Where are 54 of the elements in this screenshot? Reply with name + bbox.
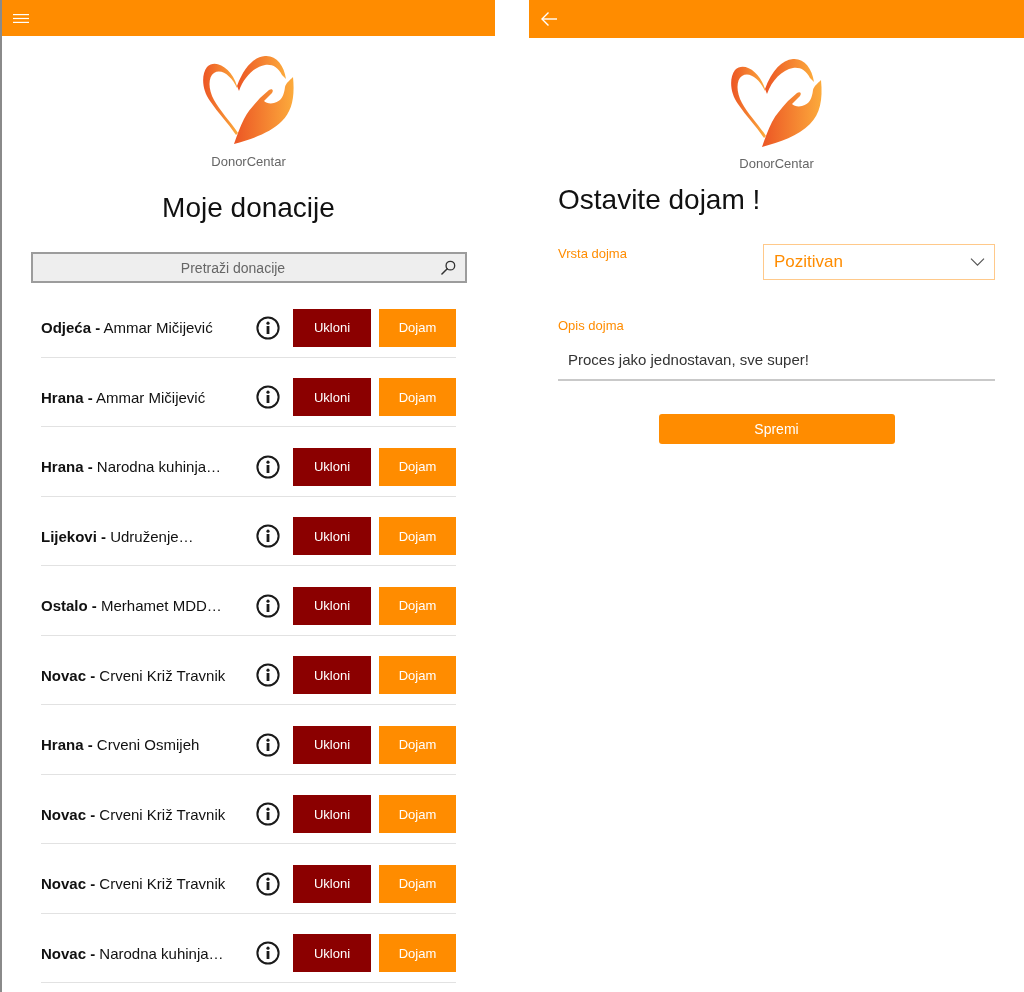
info-icon[interactable] xyxy=(256,593,280,618)
donation-label: Novac - Crveni Križ Travnik xyxy=(41,875,226,893)
info-icon[interactable] xyxy=(256,663,280,688)
donation-label: Hrana - Ammar Mičijević xyxy=(41,388,206,406)
info-icon[interactable] xyxy=(256,524,280,549)
info-icon[interactable] xyxy=(256,454,280,479)
feedback-button[interactable]: Dojam xyxy=(379,308,456,347)
remove-button[interactable]: Ukloni xyxy=(293,308,371,347)
donation-label: Hrana - Crveni Osmijeh xyxy=(41,736,200,754)
info-icon[interactable] xyxy=(256,871,280,896)
donation-label: Novac - Narodna kuhinja… xyxy=(41,944,224,962)
remove-button[interactable]: Ukloni xyxy=(293,517,371,556)
info-icon[interactable] xyxy=(256,385,280,410)
remove-button[interactable]: Ukloni xyxy=(293,447,371,486)
remove-button[interactable]: Ukloni xyxy=(293,378,371,417)
remove-button[interactable]: Ukloni xyxy=(293,795,371,834)
donation-label: Novac - Crveni Križ Travnik xyxy=(41,805,226,823)
page-title: Moje donacije xyxy=(162,191,335,225)
feedback-button[interactable]: Dojam xyxy=(379,517,456,556)
remove-button[interactable]: Ukloni xyxy=(293,586,371,625)
feedback-button[interactable]: Dojam xyxy=(379,864,456,903)
donation-label: Hrana - Narodna kuhinja… xyxy=(41,458,222,476)
chevron-down-icon xyxy=(970,258,985,266)
page-title: Ostavite dojam ! xyxy=(558,183,761,217)
remove-button[interactable]: Ukloni xyxy=(293,864,371,903)
feedback-button[interactable]: Dojam xyxy=(379,934,456,973)
feedback-button[interactable]: Dojam xyxy=(379,795,456,834)
feedback-button[interactable]: Dojam xyxy=(379,656,456,695)
save-button[interactable]: Spremi xyxy=(658,414,895,444)
brand-name: DonorCentar xyxy=(739,156,814,172)
heart-hand-icon xyxy=(730,58,823,148)
donation-label: Ostalo - Merhamet MDD… xyxy=(41,597,222,615)
brand-name: DonorCentar xyxy=(211,154,286,170)
field-label: Vrsta dojma xyxy=(558,246,627,262)
impression-type-dropdown[interactable]: Pozitivan xyxy=(763,244,995,280)
info-icon[interactable] xyxy=(256,315,280,340)
remove-button[interactable]: Ukloni xyxy=(293,656,371,695)
description-field[interactable]: Proces jako jednostavan, sve super! xyxy=(558,340,995,381)
field-label: Opis dojma xyxy=(558,318,624,334)
remove-button[interactable]: Ukloni xyxy=(293,725,371,764)
search-field[interactable]: Pretraži donacije xyxy=(31,252,467,283)
remove-button[interactable]: Ukloni xyxy=(293,934,371,973)
feedback-button[interactable]: Dojam xyxy=(379,447,456,486)
donation-label: Odjeća - Ammar Mičijević xyxy=(41,319,213,337)
donation-label: Novac - Crveni Križ Travnik xyxy=(41,666,226,684)
feedback-button[interactable]: Dojam xyxy=(379,586,456,625)
info-icon[interactable] xyxy=(256,941,280,966)
heart-hand-icon xyxy=(202,55,295,145)
feedback-button[interactable]: Dojam xyxy=(379,725,456,764)
feedback-button[interactable]: Dojam xyxy=(379,378,456,417)
info-icon[interactable] xyxy=(256,802,280,827)
search-icon[interactable] xyxy=(441,260,456,275)
info-icon[interactable] xyxy=(256,732,280,757)
donation-label: Lijekovi - Udruženje… xyxy=(41,527,194,545)
